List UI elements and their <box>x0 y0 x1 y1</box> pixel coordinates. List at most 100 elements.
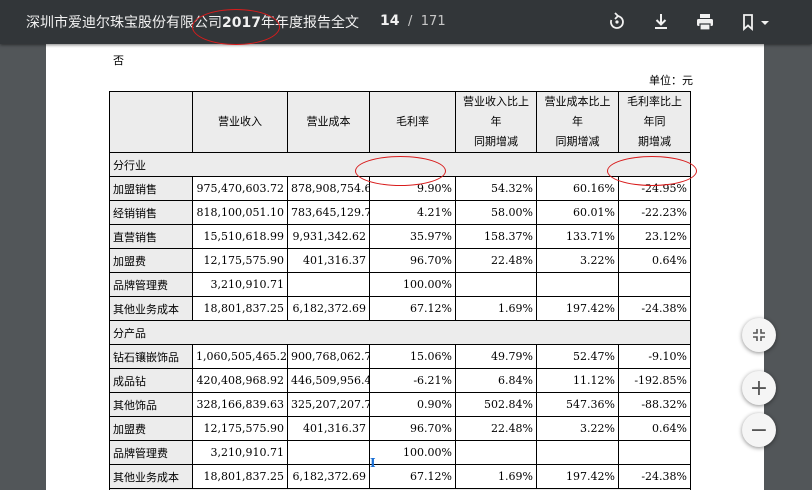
table-cell: 328,166,839.63 <box>192 392 288 417</box>
table-cell: 23.12% <box>618 224 691 249</box>
table-header-cell: 毛利率比上年同期增减 <box>618 91 691 153</box>
header-line: 营业收入比上年 <box>463 95 529 128</box>
rotate-icon[interactable] <box>606 11 628 33</box>
zoom-in-button[interactable]: + <box>742 371 776 405</box>
print-icon[interactable] <box>694 11 716 33</box>
table-cell: 96.70% <box>369 248 456 273</box>
table-cell: 22.48% <box>455 416 537 441</box>
table-cell: 197.42% <box>536 464 619 489</box>
table-cell: 49.79% <box>455 344 537 369</box>
fit-page-button[interactable] <box>742 318 776 352</box>
table-cell: 12,175,575.90 <box>192 248 288 273</box>
page-indicator: 14 / 171 <box>380 13 446 29</box>
header-line: 期增减 <box>638 135 671 148</box>
chevron-down-icon[interactable] <box>758 11 772 33</box>
row-label: 钻石镶嵌饰品 <box>109 344 193 369</box>
table-row: 其他业务成本 18,801,837.25 6,182,372.69 67.12% 1.6… <box>109 464 691 489</box>
row-label: 直营销售 <box>109 224 193 249</box>
table-cell <box>287 272 370 297</box>
table-cell: 9,931,342.62 <box>287 224 370 249</box>
table-header-cell <box>109 91 193 153</box>
header-line: 营业成本 <box>306 115 351 128</box>
table-cell: 100.00% <box>369 440 456 465</box>
header-line: 营业成本比上年 <box>544 95 611 128</box>
row-label: 品牌管理费 <box>109 272 193 297</box>
table-header-cell: 营业成本比上年同期增减 <box>536 91 619 153</box>
header-line: 同期增减 <box>474 135 518 148</box>
table-cell: 158.37% <box>455 224 537 249</box>
table-cell: 0.90% <box>369 392 456 417</box>
table-cell: 420,408,968.92 <box>192 368 288 393</box>
row-label: 经销销售 <box>109 200 193 225</box>
page-total: 171 <box>420 14 446 29</box>
header-line: 同期增减 <box>555 135 600 148</box>
row-label: 加盟费 <box>109 248 193 273</box>
table-header-cell: 营业收入 <box>192 91 288 153</box>
bookmark-icon[interactable] <box>738 11 760 33</box>
table-cell: 60.01% <box>536 200 619 225</box>
table-cell: 15.06% <box>369 344 456 369</box>
page-number-input[interactable]: 14 <box>380 13 399 29</box>
table-header-row: 营业收入 营业成本 毛利率 营业收入比上年 同期增减 营业成本比上年 同期增减 毛利率比上年同… <box>109 91 691 153</box>
table-cell: 401,316.37 <box>287 248 370 273</box>
table-cell: 0.64% <box>618 416 691 441</box>
table-cell: 54.32% <box>455 176 537 201</box>
table-cell: -24.95% <box>618 176 691 201</box>
table-cell: 3,210,910.71 <box>192 272 288 297</box>
header-line: 毛利率 <box>396 115 429 128</box>
table-cell: 100.00% <box>369 272 456 297</box>
row-label: 加盟费 <box>109 416 193 441</box>
section-title: 分行业 <box>109 152 691 177</box>
row-label: 其他业务成本 <box>109 464 193 489</box>
table-cell: -22.23% <box>618 200 691 225</box>
table-cell <box>536 272 619 297</box>
table-row: 经销销售818,100,051.10783,645,129.744.21%58.… <box>109 200 691 225</box>
table-cell: 67.12% <box>369 464 456 489</box>
table-cell: 446,509,956.49 <box>287 368 370 393</box>
table-cell: 197.42% <box>536 296 619 321</box>
table-cell: 67.12% <box>369 296 456 321</box>
zoom-out-button[interactable]: − <box>742 413 776 447</box>
table-cell: 325,207,207.74 <box>287 392 370 417</box>
table-cell: 58.00% <box>455 200 537 225</box>
table-cell: 18,801,837.25 <box>192 464 288 489</box>
table-header-cell: 营业成本 <box>287 91 370 153</box>
table-cell: 1,060,505,465.27 <box>192 344 288 369</box>
text-cursor-icon: I <box>370 456 376 470</box>
table-cell: 35.97% <box>369 224 456 249</box>
table-cell: 3.22% <box>536 416 619 441</box>
fit-page-icon <box>753 329 765 341</box>
table-cell <box>455 440 537 465</box>
table-cell: 401,316.37 <box>287 416 370 441</box>
row-label: 成品钻 <box>109 368 193 393</box>
table-row: 加盟销售975,470,603.72878,908,754.629.90%54.… <box>109 176 691 201</box>
download-icon[interactable] <box>650 11 672 33</box>
table-cell: 6.84% <box>455 368 537 393</box>
table-cell: 96.70% <box>369 416 456 441</box>
header-line: 毛利率比上年同 <box>627 95 682 128</box>
table-header-cell: 营业收入比上年同期增减 <box>455 91 537 153</box>
top-text: 否 <box>113 54 124 67</box>
row-label: 品牌管理费 <box>109 440 193 465</box>
section-title: 分产品 <box>109 320 691 345</box>
table-cell: 11.12% <box>536 368 619 393</box>
row-label: 加盟销售 <box>109 176 193 201</box>
table-cell: 9.90% <box>369 176 456 201</box>
unit-label: 单位：元 <box>649 74 693 87</box>
row-label: 其他饰品 <box>109 392 193 417</box>
table-row: 成品钻420,408,968.92446,509,956.49-6.21%6.8… <box>109 368 691 393</box>
table-cell: 502.84% <box>455 392 537 417</box>
table-header-cell: 毛利率 <box>369 91 456 153</box>
table-cell <box>536 440 619 465</box>
table-cell: 15,510,618.99 <box>192 224 288 249</box>
table-cell: -24.38% <box>618 464 691 489</box>
table-cell: -9.10% <box>618 344 691 369</box>
table-cell: -88.32% <box>618 392 691 417</box>
table-section-row: 分行业 <box>109 152 691 177</box>
table-cell: 3.22% <box>536 248 619 273</box>
table-cell: -6.21% <box>369 368 456 393</box>
table-cell: 783,645,129.74 <box>287 200 370 225</box>
table-cell <box>618 440 691 465</box>
table-cell: 60.16% <box>536 176 619 201</box>
table-cell: 6,182,372.69 <box>287 296 370 321</box>
